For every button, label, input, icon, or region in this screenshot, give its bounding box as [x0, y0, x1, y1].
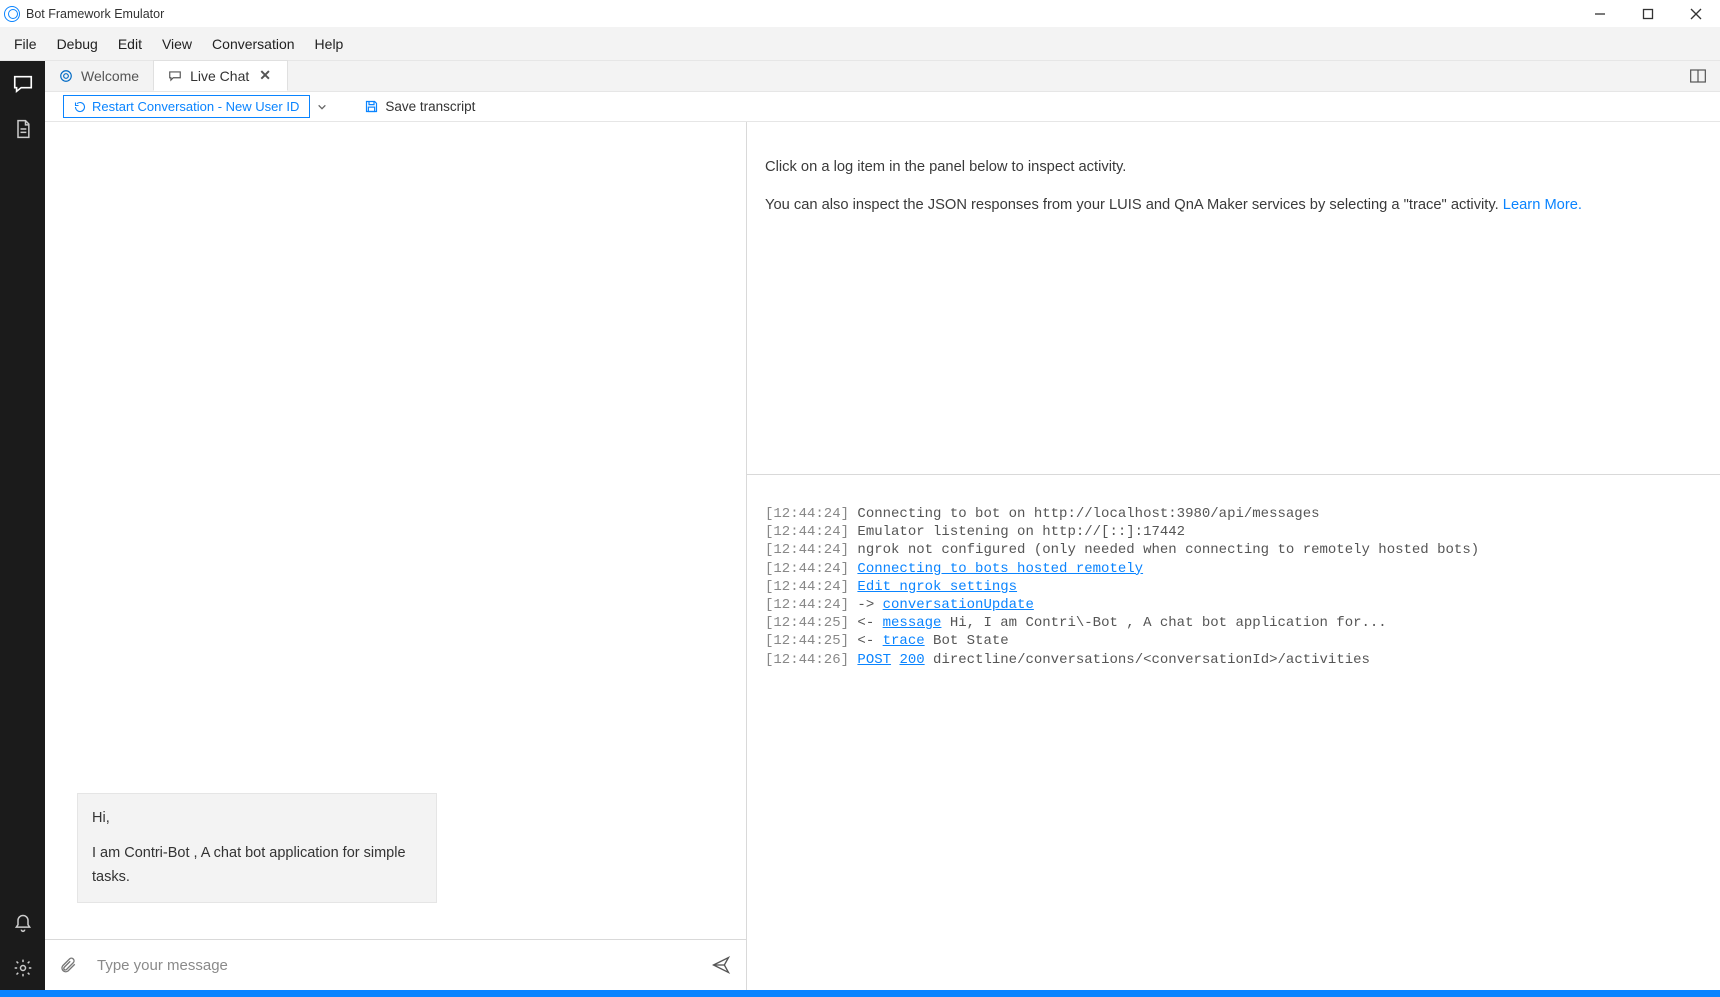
log-line[interactable]: [12:44:24] -> conversationUpdate [765, 596, 1702, 614]
bot-icon [59, 69, 73, 83]
log-timestamp: [12:44:24] [765, 597, 849, 613]
inspector-panel: Click on a log item in the panel below t… [747, 122, 1720, 990]
tab-label: Live Chat [190, 68, 249, 84]
rail-chat-icon[interactable] [0, 61, 45, 106]
log-link[interactable]: Connecting to bots hosted remotely [857, 561, 1143, 577]
conversation-toolbar: Restart Conversation - New User ID Save … [45, 92, 1720, 122]
title-bar: Bot Framework Emulator [0, 0, 1720, 27]
tab-strip: Welcome Live Chat ✕ [45, 61, 1720, 92]
log-timestamp: [12:44:24] [765, 542, 849, 558]
window-close-button[interactable] [1672, 0, 1720, 27]
log-line[interactable]: [12:44:25] <- message Hi, I am Contri\-B… [765, 614, 1702, 632]
log-text: Emulator listening on http://[::]:17442 [849, 524, 1185, 540]
tab-welcome[interactable]: Welcome [45, 60, 153, 91]
log-text: <- [849, 633, 883, 649]
restart-conversation-button[interactable]: Restart Conversation - New User ID [63, 95, 310, 118]
log-text: -> [849, 597, 883, 613]
chat-transcript[interactable]: Hi, I am Contri-Bot , A chat bot applica… [45, 122, 746, 939]
log-panel[interactable]: [12:44:24] Connecting to bot on http://l… [747, 475, 1720, 990]
restart-icon [74, 101, 86, 113]
send-button[interactable] [710, 955, 732, 975]
log-timestamp: [12:44:25] [765, 615, 849, 631]
tab-live-chat[interactable]: Live Chat ✕ [153, 60, 288, 91]
bot-message-bubble[interactable]: Hi, I am Contri-Bot , A chat bot applica… [77, 793, 437, 903]
chat-icon [168, 69, 182, 83]
log-text: Hi, I am Contri\-Bot , A chat bot applic… [941, 615, 1386, 631]
restart-conversation-group: Restart Conversation - New User ID [63, 95, 334, 118]
chat-panel: Hi, I am Contri-Bot , A chat bot applica… [45, 122, 747, 990]
log-text: Connecting to bot on http://localhost:39… [849, 506, 1319, 522]
hint-text: You can also inspect the JSON responses … [765, 194, 1702, 216]
log-link[interactable]: trace [883, 633, 925, 649]
attach-file-button[interactable] [59, 954, 77, 976]
menu-help[interactable]: Help [305, 30, 354, 58]
tab-label: Welcome [81, 68, 139, 84]
save-label: Save transcript [385, 99, 475, 114]
log-timestamp: [12:44:25] [765, 633, 849, 649]
log-line[interactable]: [12:44:24] Connecting to bot on http://l… [765, 505, 1702, 523]
split-editor-button[interactable] [1676, 61, 1720, 91]
log-line[interactable]: [12:44:24] Connecting to bots hosted rem… [765, 560, 1702, 578]
editor-area: Welcome Live Chat ✕ [45, 61, 1720, 990]
log-line[interactable]: [12:44:24] ngrok not configured (only ne… [765, 541, 1702, 559]
log-text: ngrok not configured (only needed when c… [849, 542, 1479, 558]
message-input[interactable] [95, 956, 692, 975]
log-line[interactable]: [12:44:25] <- trace Bot State [765, 632, 1702, 650]
log-timestamp: [12:44:26] [765, 652, 849, 668]
rail-notifications-icon[interactable] [0, 900, 45, 945]
status-bar [0, 990, 1720, 997]
log-text: directline/conversations/<conversationId… [925, 652, 1370, 668]
log-text: Bot State [925, 633, 1009, 649]
menu-conversation[interactable]: Conversation [202, 30, 305, 58]
log-text: <- [849, 615, 883, 631]
rail-settings-icon[interactable] [0, 945, 45, 990]
log-link[interactable]: conversationUpdate [883, 597, 1034, 613]
split-panels: Hi, I am Contri-Bot , A chat bot applica… [45, 122, 1720, 990]
app-title: Bot Framework Emulator [26, 7, 164, 21]
tabs: Welcome Live Chat ✕ [45, 61, 1676, 91]
log-timestamp: [12:44:24] [765, 579, 849, 595]
menu-debug[interactable]: Debug [47, 30, 108, 58]
rail-resources-icon[interactable] [0, 106, 45, 151]
learn-more-link[interactable]: Learn More. [1503, 197, 1582, 213]
log-link[interactable]: message [883, 615, 942, 631]
title-bar-left: Bot Framework Emulator [4, 6, 164, 22]
menu-file[interactable]: File [4, 30, 47, 58]
log-link[interactable]: POST [857, 652, 891, 668]
menu-view[interactable]: View [152, 30, 202, 58]
compose-bar [45, 939, 746, 990]
inspector-hint: Click on a log item in the panel below t… [747, 122, 1720, 475]
bubble-line: Hi, [92, 806, 422, 831]
log-line[interactable]: [12:44:24] Edit ngrok settings [765, 578, 1702, 596]
restart-dropdown-button[interactable] [310, 98, 334, 116]
save-transcript-button[interactable]: Save transcript [364, 99, 475, 114]
tab-close-button[interactable]: ✕ [257, 67, 273, 84]
app-logo-icon [4, 6, 20, 22]
log-timestamp: [12:44:24] [765, 506, 849, 522]
log-line[interactable]: [12:44:24] Emulator listening on http://… [765, 523, 1702, 541]
window-controls [1576, 0, 1720, 27]
save-icon [364, 99, 379, 114]
window-maximize-button[interactable] [1624, 0, 1672, 27]
log-line[interactable]: [12:44:26] POST 200 directline/conversat… [765, 651, 1702, 669]
log-link[interactable]: 200 [899, 652, 924, 668]
log-timestamp: [12:44:24] [765, 561, 849, 577]
window-minimize-button[interactable] [1576, 0, 1624, 27]
hint-text: Click on a log item in the panel below t… [765, 156, 1702, 178]
restart-label: Restart Conversation - New User ID [92, 99, 299, 114]
log-link[interactable]: Edit ngrok settings [857, 579, 1017, 595]
bubble-line: I am Contri-Bot , A chat bot application… [92, 841, 422, 890]
menu-edit[interactable]: Edit [108, 30, 152, 58]
log-timestamp: [12:44:24] [765, 524, 849, 540]
menu-bar: File Debug Edit View Conversation Help [0, 27, 1720, 61]
activity-bar [0, 61, 45, 990]
main-body: Welcome Live Chat ✕ [0, 61, 1720, 990]
